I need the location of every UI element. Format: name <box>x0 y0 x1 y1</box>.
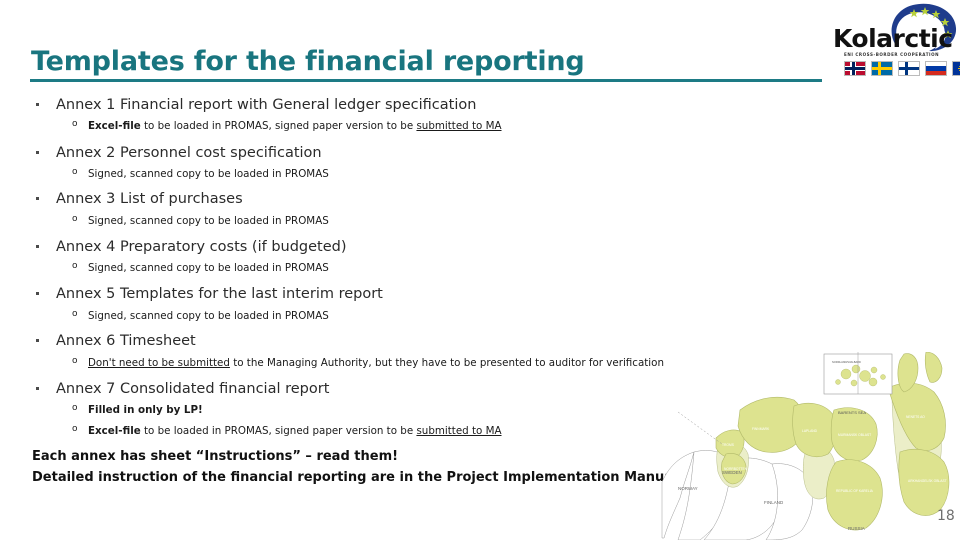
annex-subitem: o Signed, scanned copy to be loaded in PR… <box>0 214 329 227</box>
map-label-finland: FINLAND <box>764 500 784 505</box>
bullet-circle-icon: o <box>72 167 78 177</box>
slide: Kolarctic ENI CROSS-BORDER COOPERATION T… <box>0 0 960 540</box>
map-label-troms: TROMS <box>722 443 735 447</box>
annex-subitem: o Don't need to be submitted to the Manag… <box>0 356 664 369</box>
bullet-circle-icon: o <box>72 214 78 224</box>
logo-tagline: ENI CROSS-BORDER COOPERATION <box>844 52 940 57</box>
bullet-square-icon <box>36 197 39 200</box>
subitem-body: to be loaded in PROMAS, signed paper ver… <box>140 120 417 132</box>
footer-line-1: Each annex has sheet “Instructions” – re… <box>32 449 399 464</box>
annex-subitem: o Signed, scanned copy to be loaded in PR… <box>0 167 329 180</box>
map-label-lapland: LAPLAND <box>802 429 818 433</box>
subitem-bold-prefix: Excel-file <box>88 120 141 132</box>
bullet-circle-icon: o <box>72 261 78 271</box>
annex-item-label: Annex 4 Preparatory costs (if budgeted) <box>56 239 347 255</box>
map-label-norrbotten: NORRBOTTEN <box>724 467 748 471</box>
annex-item-3: Annex 3 List of purchases <box>0 192 243 207</box>
russia-flag-icon <box>925 61 947 76</box>
bullet-circle-icon: o <box>72 424 78 434</box>
title-underline-rule <box>30 79 822 82</box>
sweden-flag-icon <box>871 61 893 76</box>
subitem-bold-prefix: Excel-file <box>88 425 141 437</box>
map-label-finnmark: FINNMARK <box>752 427 770 431</box>
annex-item-1: Annex 1 Financial report with General le… <box>0 98 476 113</box>
map-label-norway: NORWAY <box>678 486 698 491</box>
flag-row <box>844 61 960 76</box>
annex-subitem-text: Signed, scanned copy to be loaded in PRO… <box>88 168 329 180</box>
map-label-barents-sea: BARENTS SEA <box>838 410 866 415</box>
annex-item-label: Annex 1 Financial report with General le… <box>56 97 477 113</box>
map-label-murmansk: MURMANSK OBLAST <box>838 433 871 437</box>
kolarctic-logo: Kolarctic ENI CROSS-BORDER COOPERATION <box>833 2 960 84</box>
map-label-nenets: NENETS AO <box>906 415 925 419</box>
annex-item-label: Annex 3 List of purchases <box>56 191 243 207</box>
annex-item-label: Annex 6 Timesheet <box>56 333 196 349</box>
subitem-body: Signed, scanned copy to be loaded in PRO… <box>88 262 329 274</box>
annex-subitem: o Excel-file to be loaded in PROMAS, sign… <box>0 119 502 132</box>
annex-subitem-text: Signed, scanned copy to be loaded in PRO… <box>88 215 329 227</box>
page-title: Templates for the financial reporting <box>31 46 585 77</box>
bullet-square-icon <box>36 103 39 106</box>
subitem-body: to the Managing Authority, but they have… <box>229 357 664 369</box>
finland-flag-icon <box>898 61 920 76</box>
eu-flag-icon <box>952 61 960 76</box>
bullet-square-icon <box>36 339 39 342</box>
annex-subitem: o Signed, scanned copy to be loaded in PR… <box>0 261 329 274</box>
annex-subitem-text: Excel-file to be loaded in PROMAS, signe… <box>88 120 502 132</box>
footer-line-2: Detailed instruction of the financial re… <box>32 470 678 485</box>
logo-wordmark: Kolarctic <box>833 24 953 53</box>
annex-subitem-text: Don't need to be submitted to the Managi… <box>88 357 664 369</box>
bullet-circle-icon: o <box>72 119 78 129</box>
annex-item-5: Annex 5 Templates for the last interim r… <box>0 287 383 302</box>
subitem-body: Signed, scanned copy to be loaded in PRO… <box>88 168 329 180</box>
annex-item-label: Annex 5 Templates for the last interim r… <box>56 286 383 302</box>
annex-subitem-text: Signed, scanned copy to be loaded in PRO… <box>88 262 329 274</box>
kolarctic-region-map: NORDLAND/SVALBARD BARENTS SEA NORWAY SWE… <box>660 352 960 540</box>
annex-subitem: o Filled in only by LP! <box>0 403 203 416</box>
subitem-body: Signed, scanned copy to be loaded in PRO… <box>88 310 329 322</box>
annex-item-6: Annex 6 Timesheet <box>0 334 196 349</box>
bullet-square-icon <box>36 387 39 390</box>
subitem-underlined-lead: Don't need to be submitted <box>88 357 230 369</box>
map-label-arkhangelsk: ARKHANGELSK OBLAST <box>908 479 947 483</box>
annex-subitem-text: Filled in only by LP! <box>88 404 203 416</box>
norway-flag-icon <box>844 61 866 76</box>
subitem-bold-prefix: Filled in only by LP! <box>88 404 203 416</box>
map-label-russia: RUSSIA <box>848 526 865 531</box>
annex-subitem-text: Signed, scanned copy to be loaded in PRO… <box>88 310 329 322</box>
annex-item-2: Annex 2 Personnel cost specification <box>0 146 322 161</box>
bullet-square-icon <box>36 245 39 248</box>
subitem-underlined-tail: submitted to MA <box>416 425 502 437</box>
annex-subitem: o Signed, scanned copy to be loaded in PR… <box>0 309 329 322</box>
bullet-square-icon <box>36 151 39 154</box>
map-inset-label: NORDLAND/SVALBARD <box>832 360 861 364</box>
bullet-circle-icon: o <box>72 403 78 413</box>
map-inset-box: NORDLAND/SVALBARD <box>823 352 893 395</box>
annex-item-label: Annex 7 Consolidated financial report <box>56 381 330 397</box>
bullet-circle-icon: o <box>72 356 78 366</box>
subitem-underlined-tail: submitted to MA <box>416 120 502 132</box>
annex-item-label: Annex 2 Personnel cost specification <box>56 145 322 161</box>
page-number: 18 <box>937 508 955 524</box>
subitem-body: Signed, scanned copy to be loaded in PRO… <box>88 215 329 227</box>
map-graphic: NORDLAND/SVALBARD BARENTS SEA NORWAY SWE… <box>661 352 950 540</box>
annex-subitem-text: Excel-file to be loaded in PROMAS, signe… <box>88 425 502 437</box>
annex-item-7: Annex 7 Consolidated financial report <box>0 382 329 397</box>
annex-item-4: Annex 4 Preparatory costs (if budgeted) <box>0 240 347 255</box>
annex-subitem: o Excel-file to be loaded in PROMAS, sign… <box>0 424 502 437</box>
map-label-karelia: REPUBLIC OF KARELIA <box>836 489 874 493</box>
subitem-body: to be loaded in PROMAS, signed paper ver… <box>140 425 417 437</box>
bullet-circle-icon: o <box>72 309 78 319</box>
bullet-square-icon <box>36 292 39 295</box>
